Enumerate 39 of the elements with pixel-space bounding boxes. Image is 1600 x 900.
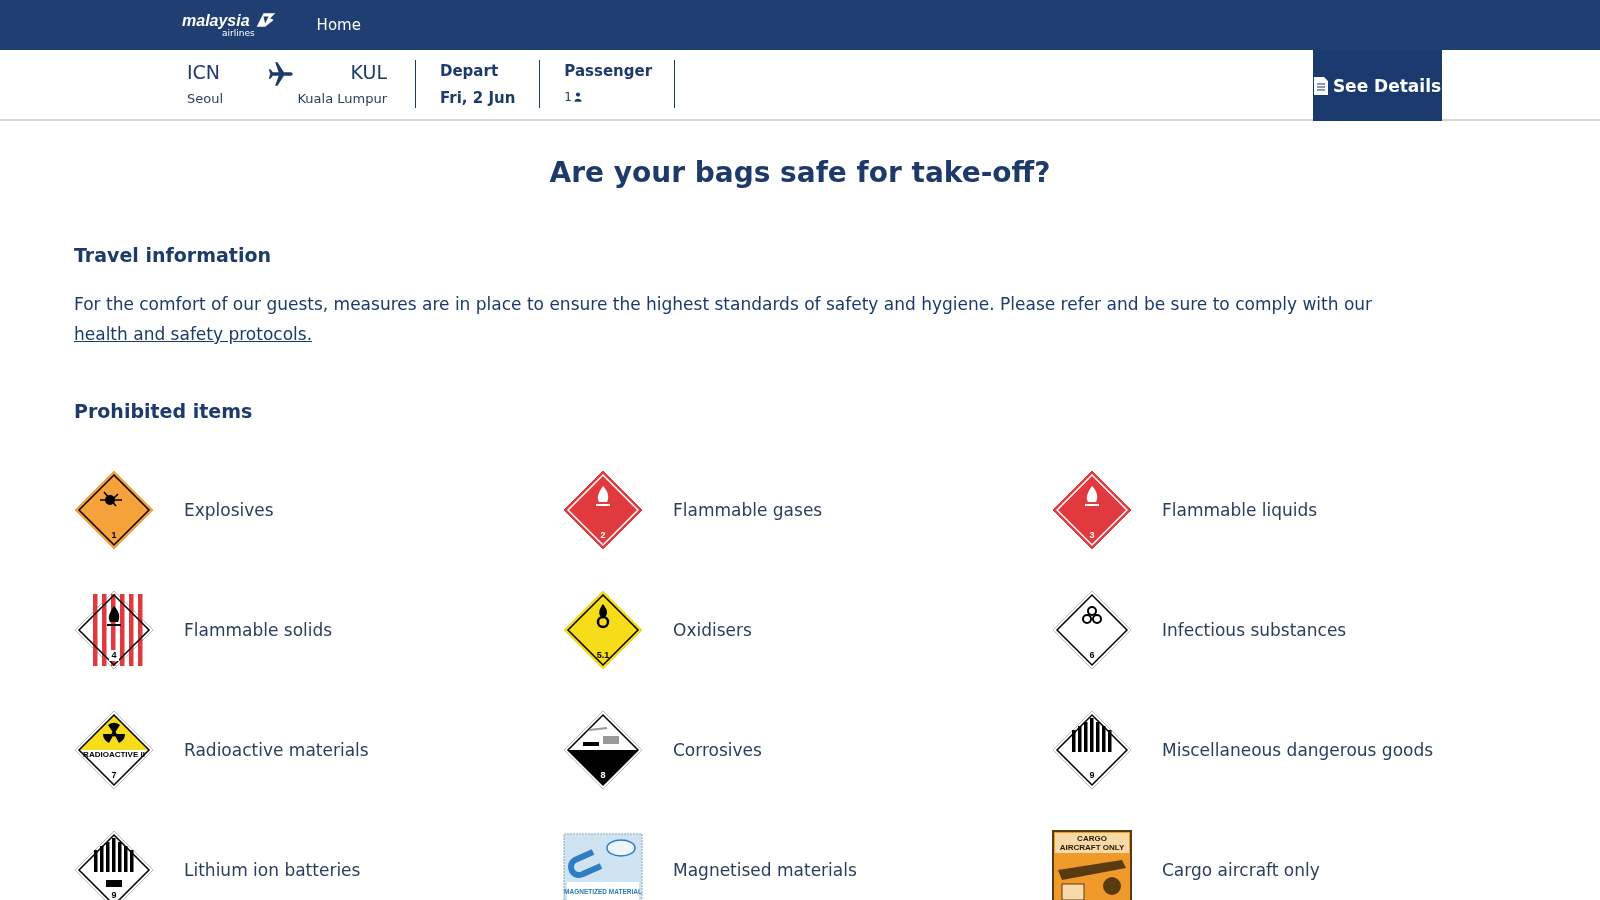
origin-code: ICN	[187, 60, 222, 84]
class-number: 1	[111, 530, 117, 540]
class-number: 6	[1089, 650, 1095, 660]
prohibited-item-label: Flammable solids	[184, 620, 333, 640]
prohibited-item-label: Flammable liquids	[1162, 500, 1318, 520]
origin-city: Seoul	[187, 91, 224, 106]
prohibited-item-label: Corrosives	[673, 740, 762, 760]
section-heading: Prohibited items	[74, 399, 254, 424]
section-heading: Travel information	[74, 243, 272, 268]
airline-logo[interactable]: malaysia airlines	[182, 10, 277, 40]
prohibited-item-label: Radioactive materials	[184, 740, 369, 760]
class-number: 9	[111, 890, 117, 900]
prohibited-item-label: Infectious substances	[1162, 620, 1347, 640]
prohibited-item-label: Lithium ion batteries	[184, 860, 361, 880]
passenger-count: 1	[564, 90, 572, 104]
destination-city: Kuala Lumpur	[297, 91, 387, 106]
class-number: 4	[111, 650, 117, 660]
label-text: CARGO AIRCRAFT ONLY	[1058, 834, 1126, 852]
page-title: Are your bags safe for take-off?	[548, 155, 1052, 191]
class-number: 9	[1089, 770, 1095, 780]
class-number: 2	[600, 530, 606, 540]
prohibited-item-label: Explosives	[184, 500, 274, 520]
depart-label: Depart	[440, 61, 500, 82]
prohibited-item-label: Oxidisers	[673, 620, 752, 640]
depart-date: Fri, 2 Jun	[440, 89, 516, 107]
nav-link[interactable]: Home	[316, 16, 361, 34]
class-number: 3	[1089, 530, 1095, 540]
travel-info-paragraph: For the comfort of our guests, measures are in place to ensure the highest standards of safety and hygiene. Please refer and be sure to comply with our health and safety protocols.	[74, 293, 1374, 346]
destination-code: KUL	[350, 60, 387, 84]
prohibited-item-label: Miscellaneous dangerous goods	[1162, 740, 1434, 760]
class-number: 7	[111, 770, 117, 780]
prohibited-item-label: Cargo aircraft only	[1162, 860, 1320, 880]
see-details-button[interactable]: See Details	[1313, 50, 1442, 121]
passenger-label: Passenger	[564, 61, 653, 82]
protocols-link[interactable]: health and safety protocols.	[74, 324, 313, 344]
class-number: 5.1	[596, 650, 610, 660]
class-number: 8	[600, 770, 606, 780]
prohibited-item-label: Flammable gases	[673, 500, 823, 520]
prohibited-item-label: Magnetised materials	[673, 860, 857, 880]
